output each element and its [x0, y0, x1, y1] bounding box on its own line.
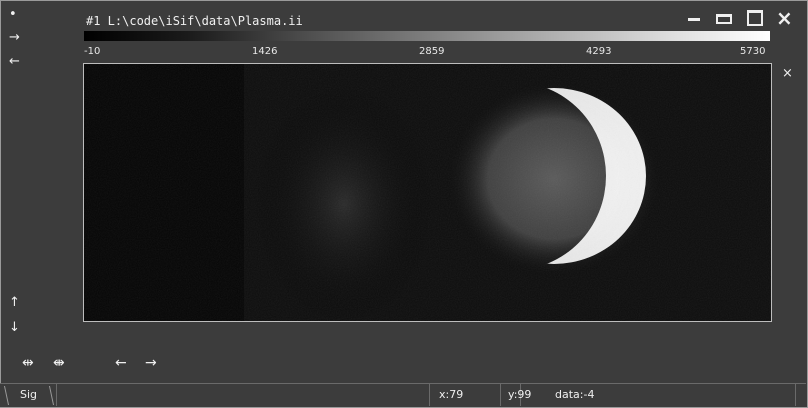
status-separator	[56, 384, 57, 406]
window-title: #1 L:\code\iSif\data\Plasma.ii	[86, 14, 303, 28]
tab-sig-label[interactable]: Sig	[20, 388, 37, 401]
status-separator	[429, 384, 430, 406]
colorbar-tick-3: 4293	[586, 46, 612, 57]
restore-button[interactable]	[716, 14, 732, 24]
colorbar-tick-1: 1426	[252, 46, 278, 57]
status-separator	[500, 384, 501, 406]
colorbar-tick-2: 2859	[419, 46, 445, 57]
expand-horizontal-icon[interactable]: ⇹	[22, 355, 34, 371]
maximize-button[interactable]	[747, 10, 763, 26]
status-separator	[795, 384, 796, 406]
previous-frame-icon[interactable]: ←	[115, 355, 127, 371]
close-window-button[interactable]: ×	[776, 8, 793, 28]
colorbar-tick-max: 5730	[740, 46, 766, 57]
colorbar	[84, 31, 770, 41]
arrow-right-icon[interactable]: →	[9, 31, 20, 45]
status-x-coord: x:79	[439, 388, 464, 401]
arrow-down-icon[interactable]: ↓	[9, 321, 20, 335]
close-icon[interactable]: ×	[782, 66, 793, 81]
status-y-coord: y:99	[508, 388, 532, 401]
plasma-image-render	[84, 64, 771, 321]
shrink-horizontal-icon[interactable]: ⇼	[53, 355, 65, 371]
dot-icon[interactable]: •	[9, 8, 17, 22]
next-frame-icon[interactable]: →	[145, 355, 157, 371]
status-bar	[0, 383, 806, 407]
arrow-left-icon[interactable]: ←	[9, 55, 20, 69]
minimize-button[interactable]	[686, 10, 702, 26]
arrow-up-icon[interactable]: ↑	[9, 296, 20, 310]
status-data-value: data:-4	[555, 388, 595, 401]
colorbar-tick-min: -10	[84, 46, 101, 57]
plasma-image[interactable]	[83, 63, 772, 322]
